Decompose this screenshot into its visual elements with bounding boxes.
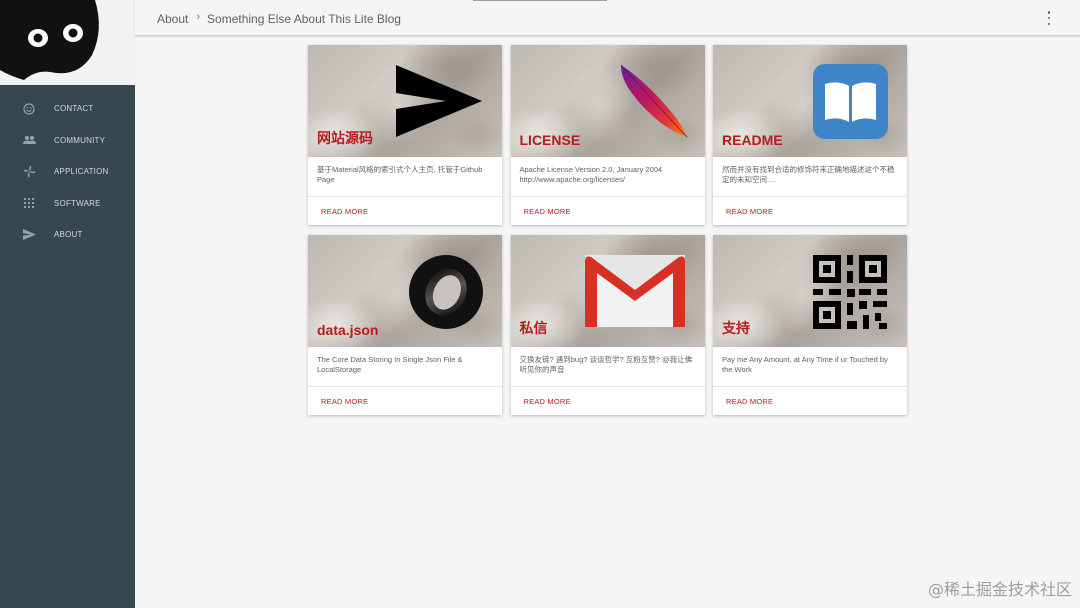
apache-feather-icon — [620, 64, 687, 138]
sidebar-nav: CONTACT COMMUNITY APPLICATION SOFTWARE A… — [0, 85, 135, 251]
card-media: README — [713, 45, 907, 157]
sidebar-item-label: CONTACT — [54, 104, 94, 114]
card-media: 支持 — [713, 235, 907, 347]
breadcrumb: About › Something Else About This Lite B… — [157, 11, 401, 26]
breadcrumb-current: Something Else About This Lite Blog — [207, 12, 401, 26]
sidebar-item-label: ABOUT — [54, 230, 83, 240]
read-more-label[interactable]: READ MORE — [321, 397, 368, 406]
card-description: 然而并没有找到合适的修饰符来正确地描述这个不稳定的未知空间.... — [713, 157, 907, 197]
card-description: 基于Material风格的索引式个人主页, 托管于Github Page — [308, 157, 502, 197]
gmail-icon — [584, 255, 685, 327]
card-title: 支持 — [722, 320, 750, 336]
sidebar: CONTACT COMMUNITY APPLICATION SOFTWARE A… — [0, 0, 135, 608]
sidebar-item-about[interactable]: ABOUT — [0, 219, 135, 251]
card-title: 私信 — [519, 320, 548, 336]
card-description: 交换友链? 遇到bug? 谈谈哲学? 互粉互赞? @我让佛听见你的声音 — [510, 347, 705, 387]
watermark: @稀土掘金技术社区 — [927, 580, 1072, 599]
card-title: data.json — [317, 322, 379, 338]
sidebar-item-label: SOFTWARE — [54, 198, 101, 208]
card-grid: 网站源码 基于Material风格的索引式个人主页, 托管于Github Pag… — [308, 45, 907, 415]
book-icon — [813, 64, 888, 139]
read-more-label[interactable]: READ MORE — [524, 207, 571, 216]
card-data-json: data.json The Core Data Storing In Singl… — [308, 235, 502, 415]
read-more-button[interactable]: READ MORE — [511, 197, 705, 225]
sidebar-item-community[interactable]: COMMUNITY — [0, 125, 135, 157]
group-icon — [22, 133, 36, 147]
card-readme: README 然而并没有找到合适的修饰符来正确地描述这个不稳定的未知空间....… — [713, 45, 907, 225]
card-support: 支持 Pay me Any Amount, at Any Time if ur … — [713, 235, 907, 415]
read-more-label[interactable]: READ MORE — [321, 207, 368, 216]
card-message: 私信 交换友链? 遇到bug? 谈谈哲学? 互粉互赞? @我让佛听见你的声音 R… — [510, 235, 705, 415]
qr-code-icon — [813, 255, 887, 329]
card-title: 网站源码 — [317, 130, 373, 146]
send-arrow-icon — [396, 65, 482, 137]
top-header: About › Something Else About This Lite B… — [135, 0, 1080, 36]
sidebar-item-label: APPLICATION — [54, 167, 109, 177]
apps-grid-icon — [22, 196, 36, 210]
read-more-button[interactable]: READ MORE — [308, 387, 502, 415]
card-title: LICENSE — [519, 132, 581, 148]
breadcrumb-about[interactable]: About — [157, 12, 188, 26]
read-more-button[interactable]: READ MORE — [713, 387, 907, 415]
card-description: The Core Data Storing In Single Json Fil… — [308, 347, 502, 387]
send-icon — [22, 228, 36, 242]
json-ring-icon — [409, 255, 483, 329]
read-more-label[interactable]: READ MORE — [726, 207, 773, 216]
sidebar-item-application[interactable]: APPLICATION — [0, 156, 135, 188]
card-description: Apache License Version 2.0, January 2004… — [510, 157, 705, 197]
avatar-logo[interactable] — [0, 0, 135, 85]
sidebar-item-label: COMMUNITY — [54, 135, 106, 145]
read-more-label[interactable]: READ MORE — [524, 397, 571, 406]
chevron-right-icon: › — [196, 11, 201, 23]
card-source: 网站源码 基于Material风格的索引式个人主页, 托管于Github Pag… — [308, 45, 502, 225]
read-more-button[interactable]: READ MORE — [308, 197, 502, 225]
card-media: data.json — [308, 235, 502, 347]
sidebar-item-software[interactable]: SOFTWARE — [0, 188, 135, 220]
card-license: LICENSE Apache License Version 2.0, Janu… — [510, 45, 705, 225]
smile-icon — [22, 102, 36, 116]
header-divider — [473, 0, 607, 1]
card-media: 网站源码 — [308, 45, 502, 157]
read-more-button[interactable]: READ MORE — [713, 197, 907, 225]
card-media: LICENSE — [510, 45, 705, 157]
cat-avatar-icon — [0, 0, 99, 80]
card-media: 私信 — [510, 235, 705, 347]
more-vert-icon[interactable] — [1046, 11, 1052, 25]
read-more-button[interactable]: READ MORE — [511, 387, 705, 415]
read-more-label[interactable]: READ MORE — [726, 397, 773, 406]
card-description: Pay me Any Amount, at Any Time if ur Tou… — [713, 347, 907, 387]
card-title: README — [722, 132, 783, 148]
pinwheel-icon — [22, 165, 36, 179]
sidebar-item-contact[interactable]: CONTACT — [0, 93, 135, 125]
